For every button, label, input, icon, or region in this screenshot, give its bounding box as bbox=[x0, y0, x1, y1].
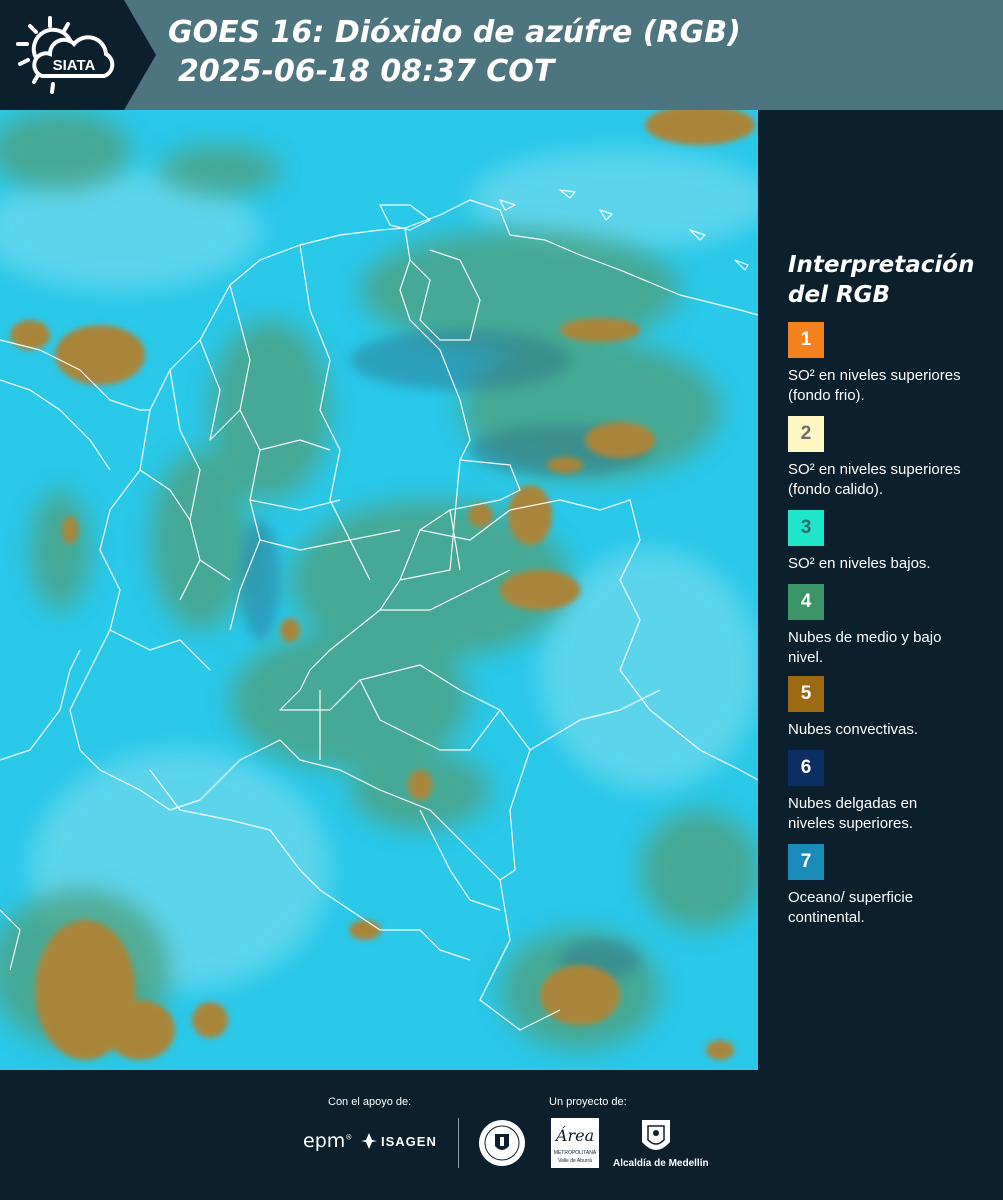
legend-swatch-6: 6 bbox=[788, 750, 824, 786]
page-timestamp: 2025-06-18 08:37 COT bbox=[178, 54, 555, 89]
legend-swatch-1: 1 bbox=[788, 322, 824, 358]
legend-label-7: Oceano/ superficie continental. bbox=[788, 889, 914, 926]
legend-title: Interpretación del RGB bbox=[788, 250, 988, 310]
isagen-logo-text: ISAGEN bbox=[381, 1133, 437, 1149]
legend-item-2: 2 SO² en niveles superiores (fondo calid… bbox=[788, 416, 988, 500]
logo-text: SIATA bbox=[53, 57, 96, 74]
legend-title-line1: Interpretación bbox=[788, 252, 975, 278]
isagen-logo: ISAGEN bbox=[360, 1132, 437, 1150]
legend-swatch-5: 5 bbox=[788, 676, 824, 712]
legend-label-4: Nubes de medio y bajo nivel. bbox=[788, 629, 942, 666]
epm-logo: epm® bbox=[303, 1130, 353, 1152]
page-title: GOES 16: Dióxido de azúfre (RGB) bbox=[168, 15, 741, 50]
epm-logo-text: epm bbox=[303, 1130, 346, 1152]
legend-item-7: 7 Oceano/ superficie continental. bbox=[788, 844, 988, 928]
legend-swatch-3: 3 bbox=[788, 510, 824, 546]
footer: Con el apoyo de: Un proyecto de: epm® IS… bbox=[0, 1070, 1003, 1200]
legend-item-6: 6 Nubes delgadas en niveles superiores. bbox=[788, 750, 988, 834]
legend-item-4: 4 Nubes de medio y bajo nivel. bbox=[788, 584, 988, 668]
legend-label-1: SO² en niveles superiores (fondo frio). bbox=[788, 367, 961, 404]
area-logo-text: Área bbox=[555, 1126, 595, 1145]
legend-item-5: 5 Nubes convectivas. bbox=[788, 676, 988, 740]
support-label: Con el apoyo de: bbox=[328, 1096, 412, 1108]
footer-divider bbox=[458, 1118, 459, 1168]
legend-swatch-2: 2 bbox=[788, 416, 824, 452]
header: SIATA GOES 16: Dióxido de azúfre (RGB) 2… bbox=[0, 0, 1003, 110]
legend-label-3: SO² en niveles bajos. bbox=[788, 555, 931, 572]
project-label: Un proyecto de: bbox=[549, 1096, 627, 1108]
satellite-map[interactable] bbox=[0, 110, 758, 1070]
legend-swatch-7: 7 bbox=[788, 844, 824, 880]
legend-label-5: Nubes convectivas. bbox=[788, 721, 919, 738]
medellin-seal-icon bbox=[479, 1120, 525, 1166]
legend-panel: Interpretación del RGB 1 SO² en niveles … bbox=[758, 110, 1003, 1070]
area-metropolitana-logo: Área METROPOLITANA Valle de Aburrá bbox=[551, 1118, 599, 1168]
area-logo-sub2: Valle de Aburrá bbox=[558, 1158, 592, 1164]
alcaldia-logo-text: Alcaldía de Medellín bbox=[613, 1158, 709, 1169]
isagen-icon bbox=[361, 1133, 377, 1149]
legend-swatch-4: 4 bbox=[788, 584, 824, 620]
legend-item-3: 3 SO² en niveles bajos. bbox=[788, 510, 988, 574]
siata-logo[interactable]: SIATA bbox=[0, 0, 156, 110]
legend-label-6: Nubes delgadas en niveles superiores. bbox=[788, 795, 918, 832]
alcaldia-shield-icon bbox=[642, 1120, 670, 1150]
legend-item-1: 1 SO² en niveles superiores (fondo frio)… bbox=[788, 322, 988, 406]
area-logo-sub1: METROPOLITANA bbox=[553, 1150, 597, 1156]
legend-title-line2: del RGB bbox=[788, 282, 891, 308]
sun-cloud-icon: SIATA bbox=[16, 16, 115, 94]
rgb-imagery bbox=[0, 110, 758, 1070]
legend-label-2: SO² en niveles superiores (fondo calido)… bbox=[788, 461, 961, 498]
